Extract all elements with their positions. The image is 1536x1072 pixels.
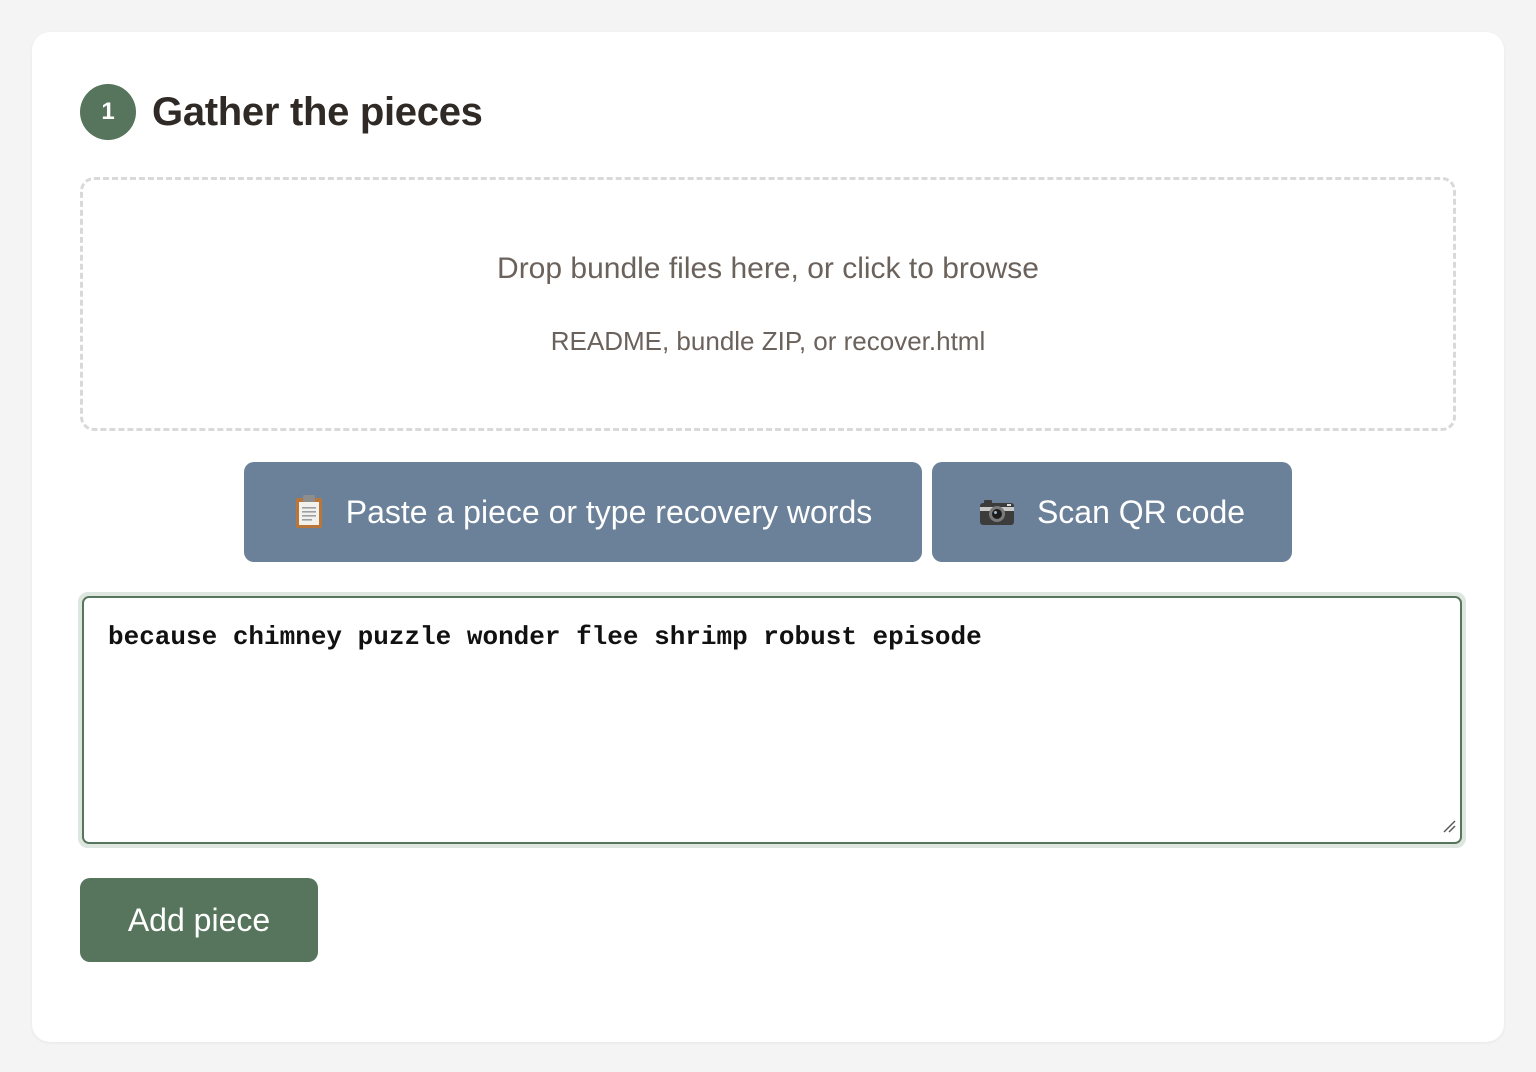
scan-qr-label: Scan QR code <box>1036 493 1246 530</box>
action-button-row: Paste a piece or type recovery words Sca… <box>244 462 1292 562</box>
file-dropzone[interactable]: Drop bundle files here, or click to brow… <box>80 177 1456 431</box>
scan-qr-button[interactable]: Scan QR code <box>932 462 1292 562</box>
piece-input-focus-ring: because chimney puzzle wonder flee shrim… <box>78 592 1466 848</box>
paste-piece-button[interactable]: Paste a piece or type recovery words <box>244 462 922 562</box>
resize-handle-icon[interactable] <box>1442 819 1456 838</box>
clipboard-icon <box>294 494 324 530</box>
step-number-badge: 1 <box>80 84 136 140</box>
step-title: Gather the pieces <box>152 89 483 134</box>
step-header: 1 Gather the pieces <box>80 84 483 140</box>
recovery-card: 1 Gather the pieces Drop bundle files he… <box>32 32 1504 1042</box>
dropzone-sub-text: README, bundle ZIP, or recover.html <box>550 326 986 356</box>
add-piece-button[interactable]: Add piece <box>80 878 318 962</box>
piece-textarea[interactable]: because chimney puzzle wonder flee shrim… <box>82 596 1462 844</box>
camera-icon <box>979 498 1015 526</box>
paste-piece-label: Paste a piece or type recovery words <box>345 493 873 530</box>
dropzone-main-text: Drop bundle files here, or click to brow… <box>497 252 1039 285</box>
